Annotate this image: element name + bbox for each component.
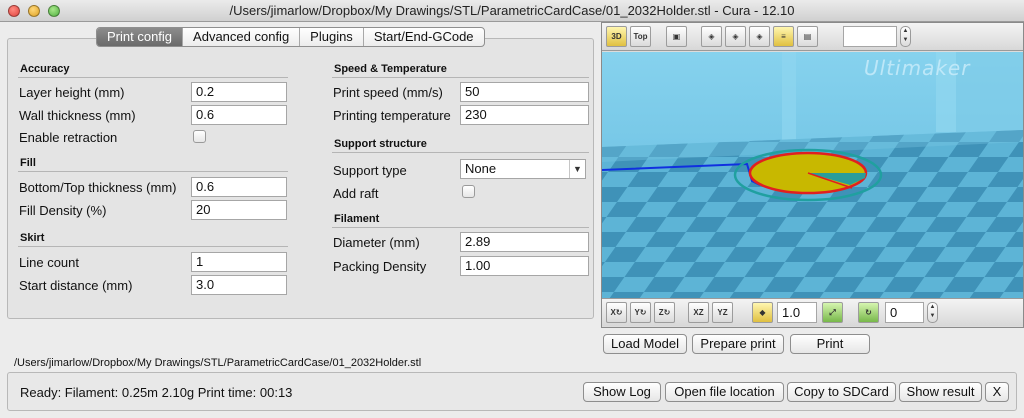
layer-height-label: Layer height (mm) [19,85,125,100]
cube-side-icon[interactable]: ◈ [725,26,746,47]
cube-front-icon[interactable]: ◈ [701,26,722,47]
fill-density-input[interactable]: 20 [191,200,287,220]
viewer-top-toolbar: 3D Top ▣ ◈ ◈ ◈ ≡ ▤ ▲ ▼ [602,23,1023,51]
rotate-icon[interactable]: ↻ [858,302,879,323]
bottom-top-thickness-label: Bottom/Top thickness (mm) [19,180,177,195]
fill-density-label: Fill Density (%) [19,203,107,218]
section-support-title: Support structure [334,138,427,150]
tab-print-config[interactable]: Print config [97,28,184,46]
add-raft-label: Add raft [333,186,379,201]
file-path: /Users/jimarlow/Dropbox/My Drawings/STL/… [14,357,422,369]
title-bar: /Users/jimarlow/Dropbox/My Drawings/STL/… [0,0,1024,22]
diameter-label: Diameter (mm) [333,235,420,250]
layer-height-input[interactable]: 0.2 [191,82,287,102]
ultimaker-brand: Ultimaker [864,56,971,80]
tab-start-end-gcode[interactable]: Start/End-GCode [364,28,484,46]
layers-icon[interactable]: ≡ [773,26,794,47]
window-title: /Users/jimarlow/Dropbox/My Drawings/STL/… [229,3,795,18]
mirror-yz-icon[interactable]: YZ [712,302,733,323]
model-viewer: 3D Top ▣ ◈ ◈ ◈ ≡ ▤ ▲ ▼ Ultimaker X↻ Y↻ Z… [601,22,1024,328]
close-result-button[interactable]: X [985,382,1009,402]
mirror-xz-icon[interactable]: XZ [688,302,709,323]
section-speed-title: Speed & Temperature [334,63,447,75]
line-count-input[interactable]: 1 [191,252,287,272]
support-type-label: Support type [333,163,407,178]
print-speed-input[interactable]: 50 [460,82,589,102]
copy-to-sdcard-button[interactable]: Copy to SDCard [787,382,896,402]
config-tabs: Print config Advanced config Plugins Sta… [96,27,485,47]
add-raft-checkbox[interactable] [462,185,475,198]
open-file-location-button[interactable]: Open file location [665,382,784,402]
section-divider [18,171,288,172]
section-divider [332,77,589,78]
line-count-label: Line count [19,255,79,270]
layer-spin-input[interactable] [843,26,897,47]
enable-retraction-label: Enable retraction [19,130,118,145]
cube-top-icon[interactable]: ◈ [749,26,770,47]
support-type-select[interactable]: None ▼ [460,159,586,179]
tab-advanced-config[interactable]: Advanced config [183,28,301,46]
chevron-down-icon: ▼ [569,160,585,178]
load-model-button[interactable]: Load Model [603,334,687,354]
show-log-button[interactable]: Show Log [583,382,661,402]
status-text: Ready: Filament: 0.25m 2.10g Print time:… [20,385,293,400]
section-divider [332,227,589,228]
wall-thickness-label: Wall thickness (mm) [19,108,136,123]
section-skirt-title: Skirt [20,232,45,244]
printing-temperature-input[interactable]: 230 [460,105,589,125]
tab-plugins[interactable]: Plugins [300,28,364,46]
diameter-input[interactable]: 2.89 [460,232,589,252]
support-type-value: None [465,161,497,176]
show-result-button[interactable]: Show result [899,382,982,402]
rotate-stepper[interactable]: ▲ ▼ [927,302,938,323]
3d-scene[interactable]: Ultimaker [602,52,1023,298]
section-accuracy-title: Accuracy [20,63,70,75]
section-filament-title: Filament [334,213,380,225]
printing-temperature-label: Printing temperature [333,108,451,123]
prepare-print-button[interactable]: Prepare print [692,334,784,354]
rotate-x-icon[interactable]: X↻ [606,302,627,323]
wall-thickness-input[interactable]: 0.6 [191,105,287,125]
print-button[interactable]: Print [790,334,870,354]
print-speed-label: Print speed (mm/s) [333,85,443,100]
section-fill-title: Fill [20,157,36,169]
rotate-z-icon[interactable]: Z↻ [654,302,675,323]
section-divider [18,77,288,78]
scale-icon[interactable]: ◆ [752,302,773,323]
section-divider [332,152,589,153]
layer-stepper[interactable]: ▲ ▼ [900,26,911,47]
enable-retraction-checkbox[interactable] [193,130,206,143]
packing-density-input[interactable]: 1.00 [460,256,589,276]
bottom-top-thickness-input[interactable]: 0.6 [191,177,287,197]
packing-density-label: Packing Density [333,259,427,274]
rotate-y-icon[interactable]: Y↻ [630,302,651,323]
viewer-bottom-toolbar: X↻ Y↻ Z↻ XZ YZ ◆ 1.0 ⤢ ↻ 0 ▲ ▼ [602,298,1023,326]
scale-max-icon[interactable]: ⤢ [822,302,843,323]
section-divider [18,246,288,247]
load-icon[interactable]: ▣ [666,26,687,47]
start-distance-input[interactable]: 3.0 [191,275,287,295]
start-distance-label: Start distance (mm) [19,278,133,293]
view-top-icon[interactable]: Top [630,26,651,47]
scale-input[interactable]: 1.0 [777,302,817,323]
view-3d-icon[interactable]: 3D [606,26,627,47]
3d-scene-canvas [602,52,1023,298]
rotate-input[interactable]: 0 [885,302,924,323]
gcode-icon[interactable]: ▤ [797,26,818,47]
